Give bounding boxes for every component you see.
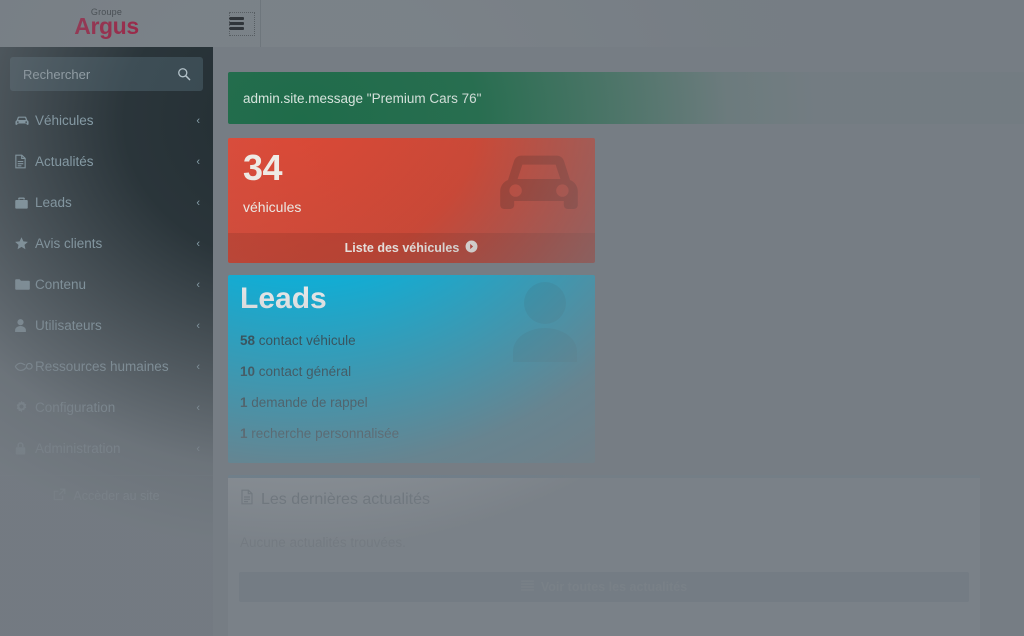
chevron-left-icon: ‹ — [196, 196, 200, 209]
leads-count: 10 — [240, 364, 256, 379]
search-box[interactable] — [10, 57, 203, 91]
arrow-circle-right-icon — [465, 240, 478, 256]
latest-news-panel: Les dernières actualités Aucune actualit… — [228, 475, 980, 636]
leads-stat-box[interactable]: Leads 58 contact véhicule 10 contact gén… — [228, 275, 595, 463]
vehicles-list-label: Liste des véhicules — [344, 241, 460, 255]
sidebar-item-ressources-humaines[interactable]: Ressources humaines ‹ — [0, 346, 213, 387]
site-message-alert: admin.site.message "Premium Cars 76" — [228, 72, 1024, 124]
file-text-icon — [14, 154, 35, 169]
sidebar-item-label: Configuration — [35, 400, 116, 415]
leads-count: 58 — [240, 333, 256, 348]
sidebar-item-label: Contenu — [35, 277, 87, 292]
logo-main-text: Argus — [74, 12, 139, 39]
sidebar-search-wrap — [0, 47, 213, 91]
sidebar-nav: Véhicules ‹ Actualités ‹ Leads ‹ Avis cl… — [0, 100, 213, 469]
search-icon — [178, 68, 191, 81]
chevron-left-icon: ‹ — [196, 360, 200, 373]
vehicles-label: véhicules — [243, 199, 302, 215]
chevron-left-icon: ‹ — [196, 237, 200, 250]
leads-count: 1 — [240, 395, 248, 410]
chevron-left-icon: ‹ — [196, 155, 200, 168]
star-icon — [14, 236, 35, 251]
folder-icon — [14, 278, 35, 291]
car-icon — [14, 114, 35, 128]
leads-label: demande de rappel — [251, 395, 368, 410]
sidebar-item-label: Avis clients — [35, 236, 103, 251]
alert-message: admin.site.message "Premium Cars 76" — [243, 90, 482, 106]
vehicles-stat-box[interactable]: 34 véhicules Liste des véhicules — [228, 138, 595, 263]
chevron-left-icon: ‹ — [196, 319, 200, 332]
latest-news-header: Les dernières actualités — [228, 478, 980, 522]
external-link-icon — [53, 488, 66, 504]
vehicles-count: 34 — [243, 147, 283, 188]
leads-title: Leads — [240, 282, 327, 315]
main-content: admin.site.message "Premium Cars 76" 34 … — [213, 47, 1024, 636]
sidebar-item-avis-clients[interactable]: Avis clients ‹ — [0, 223, 213, 264]
list-icon — [520, 580, 534, 594]
leads-line: 1 recherche personnalisée — [240, 426, 585, 441]
logo-bar: Groupe Argus — [0, 0, 213, 47]
leads-label: contact général — [258, 364, 352, 379]
handshake-icon — [14, 361, 35, 373]
sidebar-item-utilisateurs[interactable]: Utilisateurs ‹ — [0, 305, 213, 346]
sidebar-item-leads[interactable]: Leads ‹ — [0, 182, 213, 223]
latest-news-empty-message: Aucune actualités trouvées. — [240, 535, 406, 550]
view-all-news-button[interactable]: Voir toutes les actualités — [239, 572, 969, 602]
leads-label: contact véhicule — [258, 333, 356, 348]
leads-lines: 58 contact véhicule 10 contact général 1… — [240, 333, 585, 457]
latest-news-body: Aucune actualités trouvées. — [228, 522, 980, 550]
sidebar-item-configuration[interactable]: Configuration ‹ — [0, 387, 213, 428]
chevron-left-icon: ‹ — [196, 278, 200, 291]
sidebar-item-label: Administration — [35, 441, 121, 456]
sidebar-item-label: Leads — [35, 195, 72, 210]
file-text-icon — [240, 489, 254, 510]
user-icon — [14, 318, 35, 333]
access-site-link[interactable]: Accèder au site — [0, 476, 213, 515]
sidebar-item-actualites[interactable]: Actualités ‹ — [0, 141, 213, 182]
search-button[interactable] — [172, 58, 196, 90]
chevron-left-icon: ‹ — [196, 401, 200, 414]
sidebar-item-label: Ressources humaines — [35, 359, 169, 374]
access-site-label: Accèder au site — [73, 488, 160, 503]
lock-icon — [14, 441, 35, 456]
menu-toggle-focus-outline — [229, 12, 255, 36]
sidebar-item-label: Actualités — [35, 154, 94, 169]
leads-line: 10 contact général — [240, 364, 585, 379]
vehicles-list-link[interactable]: Liste des véhicules — [228, 233, 595, 263]
top-header — [213, 0, 1024, 47]
leads-label: recherche personnalisée — [251, 426, 400, 441]
sidebar-item-vehicules[interactable]: Véhicules ‹ — [0, 100, 213, 141]
sidebar-item-label: Utilisateurs — [35, 318, 102, 333]
leads-line: 58 contact véhicule — [240, 333, 585, 348]
chevron-left-icon: ‹ — [196, 442, 200, 455]
sidebar: Groupe Argus Véhicules ‹ — [0, 0, 213, 636]
sidebar-item-contenu[interactable]: Contenu ‹ — [0, 264, 213, 305]
brand-logo[interactable]: Groupe Argus — [74, 7, 139, 40]
leads-count: 1 — [240, 426, 248, 441]
latest-news-footer: Voir toutes les actualités — [228, 550, 980, 602]
vehicles-stat-inner: 34 véhicules — [228, 138, 595, 216]
briefcase-icon — [14, 196, 35, 210]
latest-news-title: Les dernières actualités — [261, 490, 430, 508]
sidebar-item-label: Véhicules — [35, 113, 94, 128]
view-all-news-label: Voir toutes les actualités — [540, 580, 688, 594]
gear-icon — [14, 400, 35, 415]
sidebar-item-administration[interactable]: Administration ‹ — [0, 428, 213, 469]
chevron-left-icon: ‹ — [196, 114, 200, 127]
leads-line: 1 demande de rappel — [240, 395, 585, 410]
